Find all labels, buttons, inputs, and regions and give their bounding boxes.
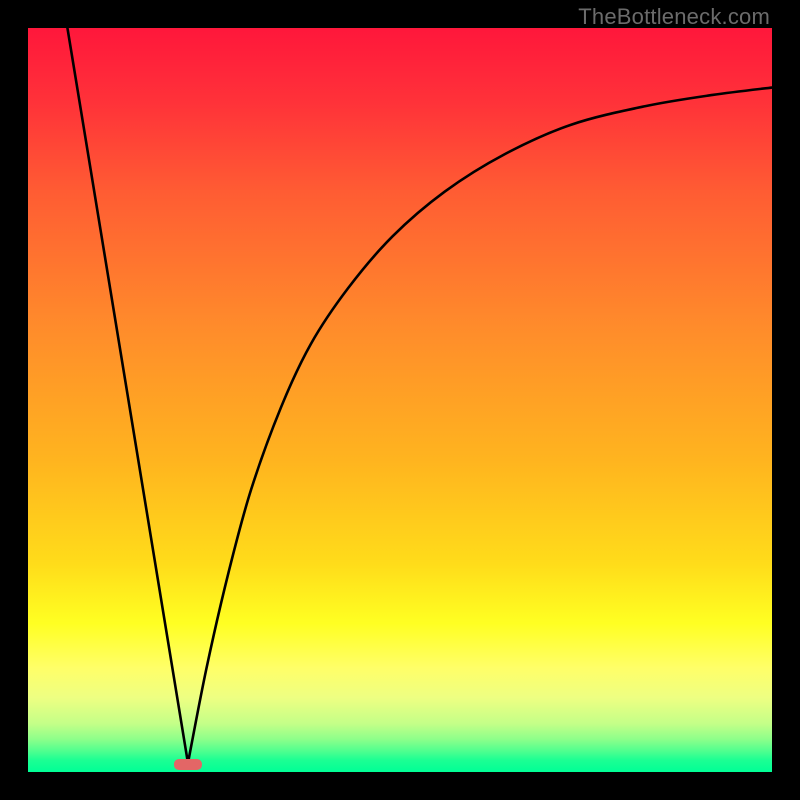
gradient-background [28, 28, 772, 772]
optimal-point-marker [174, 759, 202, 770]
bottleneck-chart [28, 28, 772, 772]
watermark-text: TheBottleneck.com [578, 4, 770, 30]
plot-area [28, 28, 772, 772]
